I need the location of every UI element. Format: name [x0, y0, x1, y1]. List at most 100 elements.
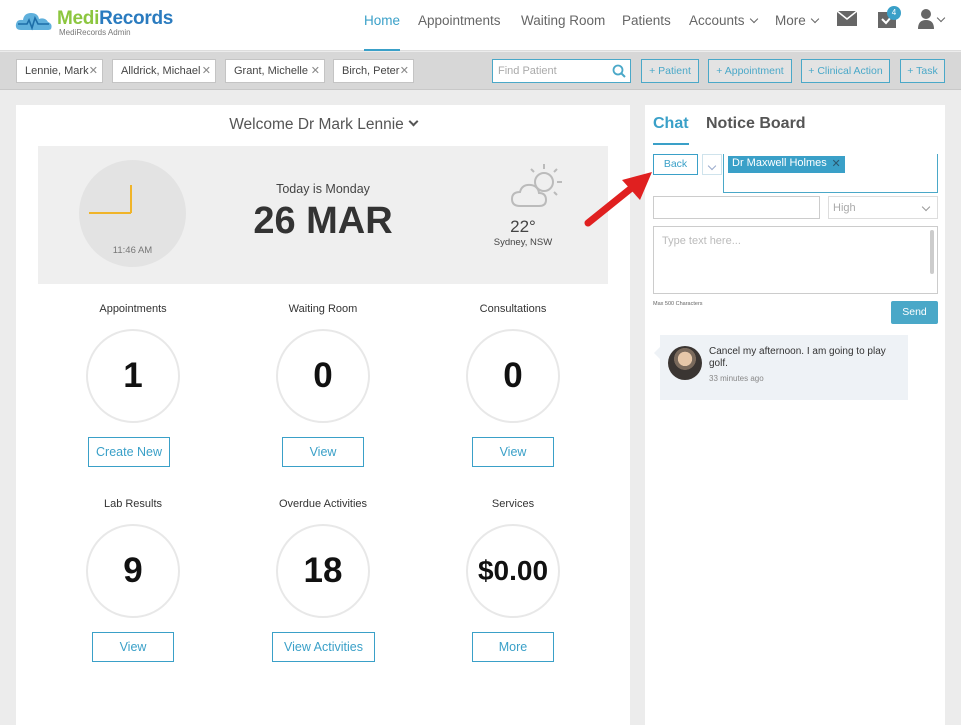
stat-label-services: Services — [491, 498, 535, 510]
patient-tab-label: Lennie, Mark — [25, 65, 89, 77]
tab-notice-board-label: Notice Board — [706, 115, 806, 132]
search-icon[interactable] — [612, 64, 626, 78]
brand-subtitle: MediRecords Admin — [59, 28, 131, 37]
add-appointment-button[interactable]: + Appointment — [708, 59, 792, 83]
weather-location: Sydney, NSW — [493, 237, 553, 248]
recipient-field[interactable]: Dr Maxwell Holmes ✕ — [723, 154, 938, 193]
current-date: 26 MAR — [253, 200, 393, 242]
stat-value-lab-results: 9 — [86, 524, 180, 618]
priority-value: High — [833, 202, 856, 214]
create-new-appointment-button[interactable]: Create New — [88, 437, 170, 467]
nav-appointments-label: Appointments — [418, 13, 501, 28]
chevron-down-icon — [707, 161, 717, 171]
dashboard-panel: Welcome Dr Mark Lennie 11:46 AM Today is… — [16, 105, 630, 725]
welcome-header[interactable]: Welcome Dr Mark Lennie — [16, 116, 630, 134]
close-icon[interactable]: ✕ — [311, 64, 320, 77]
stat-value-overdue-activities: 18 — [276, 524, 370, 618]
nav-patients-label: Patients — [622, 13, 671, 28]
chevron-down-icon — [921, 202, 931, 212]
stat-label-lab-results: Lab Results — [103, 498, 163, 510]
nav-more-label: More — [775, 13, 806, 28]
message-textarea[interactable]: Type text here... — [653, 226, 938, 294]
nav-appointments[interactable]: Appointments — [418, 13, 501, 51]
patient-tabs-bar: Lennie, Mark ✕ Alldrick, Michael ✕ Grant, … — [0, 52, 961, 90]
analog-clock: 11:46 AM — [79, 160, 186, 267]
patient-tab-label: Birch, Peter — [342, 65, 400, 77]
close-icon[interactable]: ✕ — [202, 64, 211, 77]
stat-value-consultations: 0 — [466, 329, 560, 423]
stat-label-waiting-room: Waiting Room — [288, 303, 358, 315]
annotation-arrow-icon — [584, 172, 652, 227]
patient-tab[interactable]: Lennie, Mark ✕ — [16, 59, 103, 83]
view-consultations-button[interactable]: View — [472, 437, 554, 467]
nav-waiting-room[interactable]: Waiting Room — [521, 13, 605, 51]
max-chars-hint: Max 500 Characters — [653, 301, 703, 307]
nav-accounts-label: Accounts — [689, 13, 745, 28]
partly-cloudy-icon — [510, 164, 562, 207]
chevron-down-icon[interactable] — [408, 116, 419, 127]
recipient-name: Dr Maxwell Holmes — [732, 157, 827, 169]
stat-value-services: $0.00 — [466, 524, 560, 618]
tab-notice-board[interactable]: Notice Board — [706, 115, 806, 133]
brand-name-b: Records — [99, 8, 174, 29]
brand-name: MediRecords — [57, 8, 173, 30]
view-activities-button[interactable]: View Activities — [272, 632, 375, 662]
stat-label-appointments: Appointments — [99, 303, 167, 315]
remove-recipient-icon[interactable]: ✕ — [832, 157, 841, 170]
mail-icon[interactable] — [837, 11, 857, 26]
chat-panel: Chat Notice Board Back Dr Maxwell Holmes… — [645, 105, 945, 725]
find-patient-placeholder: Find Patient — [498, 65, 557, 77]
chevron-down-icon — [810, 14, 820, 24]
add-patient-button[interactable]: + Patient — [641, 59, 699, 83]
add-clinical-action-button[interactable]: + Clinical Action — [801, 59, 890, 83]
close-icon[interactable]: ✕ — [400, 64, 409, 77]
chat-message-text: Cancel my afternoon. I am going to play … — [709, 346, 886, 369]
nav-more[interactable]: More — [775, 13, 820, 51]
stat-label-consultations: Consultations — [479, 303, 547, 315]
textarea-scrollbar[interactable] — [930, 230, 934, 274]
more-services-button[interactable]: More — [472, 632, 554, 662]
welcome-text: Welcome Dr Mark Lennie — [229, 116, 404, 133]
patient-tab-label: Grant, Michelle — [234, 65, 308, 77]
tab-chat-label: Chat — [653, 115, 689, 132]
avatar — [668, 346, 702, 380]
recipient-tag: Dr Maxwell Holmes ✕ — [728, 156, 845, 173]
patient-tab[interactable]: Birch, Peter ✕ — [333, 59, 414, 83]
stat-value-waiting-room: 0 — [276, 329, 370, 423]
weather-temperature: 22° — [510, 217, 536, 236]
tasks-count-badge: 4 — [887, 6, 901, 20]
stat-value-appointments: 1 — [86, 329, 180, 423]
patient-tab[interactable]: Grant, Michelle ✕ — [225, 59, 325, 83]
stat-label-overdue-activities: Overdue Activities — [278, 498, 368, 510]
cloud-logo-icon — [15, 13, 52, 31]
today-label: Today is Monday — [276, 182, 370, 196]
nav-home[interactable]: Home — [364, 13, 401, 51]
top-navbar: MediRecords MediRecords Admin Home Appoi… — [0, 0, 961, 51]
recipient-dropdown[interactable] — [702, 154, 722, 175]
message-placeholder: Type text here... — [662, 235, 741, 247]
patient-tab-label: Alldrick, Michael — [121, 65, 201, 77]
chevron-down-icon — [749, 14, 758, 24]
patient-tab[interactable]: Alldrick, Michael ✕ — [112, 59, 216, 83]
brand-name-a: Medi — [57, 8, 100, 29]
back-button[interactable]: Back — [653, 154, 698, 175]
clock-time: 11:46 AM — [112, 245, 153, 256]
priority-select[interactable]: High — [828, 196, 938, 219]
user-icon[interactable] — [918, 9, 934, 29]
view-waiting-room-button[interactable]: View — [282, 437, 364, 467]
send-button[interactable]: Send — [891, 301, 938, 324]
find-patient-input[interactable]: Find Patient — [492, 59, 631, 83]
subject-input[interactable] — [653, 196, 820, 219]
nav-patients[interactable]: Patients — [622, 13, 671, 51]
chat-message-time: 33 minutes ago — [709, 374, 764, 383]
add-task-button[interactable]: + Task — [900, 59, 945, 83]
chat-message: Cancel my afternoon. I am going to play … — [654, 335, 908, 400]
nav-waiting-room-label: Waiting Room — [521, 13, 606, 28]
chevron-down-icon[interactable] — [936, 13, 946, 23]
close-icon[interactable]: ✕ — [89, 64, 98, 77]
nav-accounts[interactable]: Accounts — [689, 13, 758, 51]
view-lab-results-button[interactable]: View — [92, 632, 174, 662]
tab-chat[interactable]: Chat — [653, 115, 689, 145]
medirecords-logo[interactable]: MediRecords MediRecords Admin — [15, 8, 185, 42]
date-weather-banner: 11:46 AM Today is Monday 26 MAR 22° Sydn… — [38, 146, 608, 284]
